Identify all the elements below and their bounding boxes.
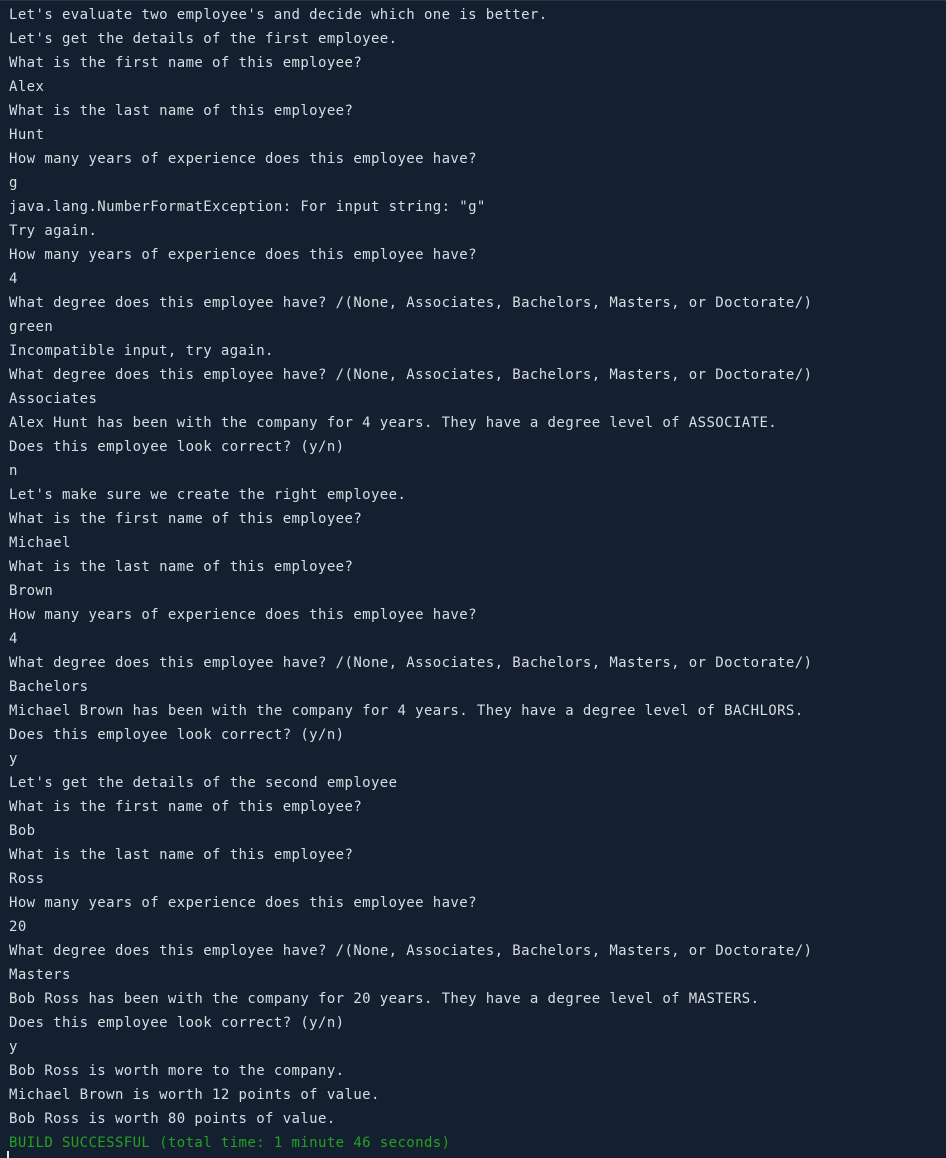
output-line: Associates <box>9 391 98 407</box>
output-line: Hunt <box>9 127 45 143</box>
output-line: Alex Hunt has been with the company for … <box>9 415 778 431</box>
output-line: green <box>9 319 54 335</box>
output-line: Incompatible input, try again. <box>9 343 274 359</box>
output-console[interactable]: Let's evaluate two employee's and decide… <box>0 0 946 1158</box>
output-line: g <box>9 175 18 191</box>
output-line: What is the first name of this employee? <box>9 55 363 71</box>
output-line: Alex <box>9 79 45 95</box>
output-line: What is the first name of this employee? <box>9 799 363 815</box>
output-line: Masters <box>9 967 71 983</box>
output-line: Does this employee look correct? (y/n) <box>9 1015 345 1031</box>
output-line: Let's make sure we create the right empl… <box>9 487 407 503</box>
output-line: What is the last name of this employee? <box>9 103 354 119</box>
build-status-line: BUILD SUCCESSFUL (total time: 1 minute 4… <box>9 1135 451 1151</box>
output-line: What degree does this employee have? /(N… <box>9 295 813 311</box>
output-line: 4 <box>9 631 18 647</box>
output-line: Bachelors <box>9 679 89 695</box>
output-line: Does this employee look correct? (y/n) <box>9 439 345 455</box>
output-line: Bob Ross is worth more to the company. <box>9 1063 345 1079</box>
output-lines: Let's evaluate two employee's and decide… <box>9 3 946 1155</box>
output-line: Bob Ross has been with the company for 2… <box>9 991 760 1007</box>
output-line: Does this employee look correct? (y/n) <box>9 727 345 743</box>
output-line: Bob Ross is worth 80 points of value. <box>9 1111 336 1127</box>
output-line: Ross <box>9 871 45 887</box>
output-line: What degree does this employee have? /(N… <box>9 943 813 959</box>
text-cursor <box>7 1151 9 1158</box>
output-line: What is the first name of this employee? <box>9 511 363 527</box>
output-line: How many years of experience does this e… <box>9 895 477 911</box>
output-line: y <box>9 1039 18 1055</box>
output-line: What is the last name of this employee? <box>9 847 354 863</box>
output-line: Brown <box>9 583 54 599</box>
output-line: Bob <box>9 823 36 839</box>
output-line: How many years of experience does this e… <box>9 607 477 623</box>
output-line: Michael Brown has been with the company … <box>9 703 804 719</box>
output-line: java.lang.NumberFormatException: For inp… <box>9 199 486 215</box>
output-line: y <box>9 751 18 767</box>
output-line: Let's get the details of the first emplo… <box>9 31 398 47</box>
output-line: Michael Brown is worth 12 points of valu… <box>9 1087 380 1103</box>
output-line: How many years of experience does this e… <box>9 247 477 263</box>
output-line: Let's evaluate two employee's and decide… <box>9 7 548 23</box>
output-line: 20 <box>9 919 27 935</box>
output-line: What degree does this employee have? /(N… <box>9 367 813 383</box>
output-line: n <box>9 463 18 479</box>
output-line: 4 <box>9 271 18 287</box>
output-line: Let's get the details of the second empl… <box>9 775 398 791</box>
output-line: How many years of experience does this e… <box>9 151 477 167</box>
output-line: Michael <box>9 535 71 551</box>
output-line: What is the last name of this employee? <box>9 559 354 575</box>
output-line: What degree does this employee have? /(N… <box>9 655 813 671</box>
output-line: Try again. <box>9 223 98 239</box>
